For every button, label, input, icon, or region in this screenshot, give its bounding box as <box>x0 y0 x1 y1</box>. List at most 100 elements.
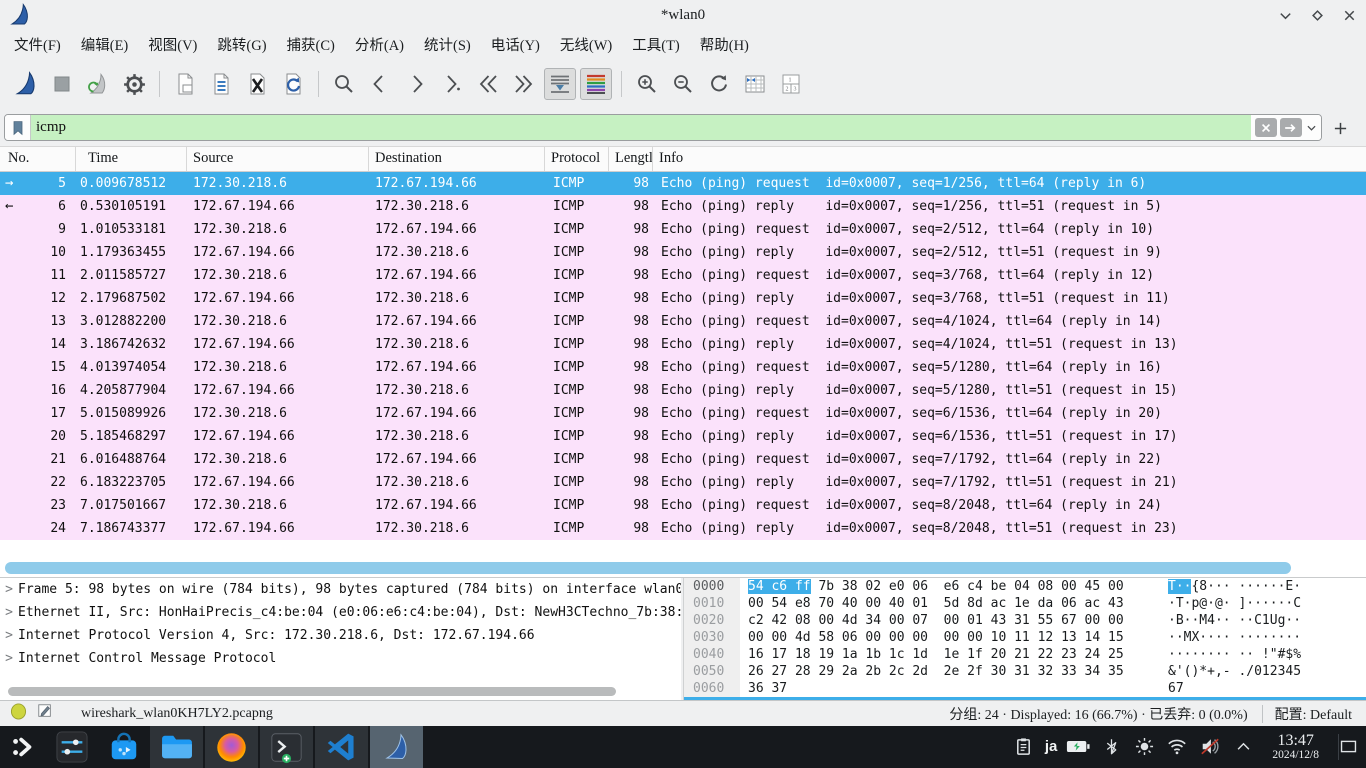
close-file-button[interactable] <box>241 68 273 100</box>
packet-row-12[interactable]: 122.179687502172.67.194.66172.30.218.6IC… <box>0 287 1366 310</box>
menu-item-8[interactable]: 无线(W) <box>550 31 622 58</box>
profile-selector[interactable]: 配置: Default <box>1263 704 1366 724</box>
packet-row-17[interactable]: 175.015089926172.30.218.6172.67.194.66IC… <box>0 402 1366 425</box>
hex-bytes[interactable]: 54 c6 ff 7b 38 02 e0 06 e6 c4 be 04 08 0… <box>740 578 1124 595</box>
wifi-icon[interactable] <box>1165 735 1189 759</box>
filter-add-button[interactable] <box>1328 116 1352 140</box>
hex-bytes[interactable]: 36 37 <box>740 680 787 697</box>
menu-item-3[interactable]: 跳转(G) <box>207 31 276 58</box>
start-capture-button[interactable] <box>10 68 42 100</box>
packet-row-10[interactable]: 101.179363455172.67.194.66172.30.218.6IC… <box>0 241 1366 264</box>
hex-ascii[interactable]: T··{8··· ······E· <box>1168 578 1301 595</box>
packet-row-20[interactable]: 205.185468297172.67.194.66172.30.218.6IC… <box>0 425 1366 448</box>
hex-ascii[interactable]: 67 <box>1168 680 1184 697</box>
input-method-indicator[interactable]: ja <box>1045 738 1058 755</box>
menu-item-6[interactable]: 统计(S) <box>414 31 481 58</box>
capture-comment-icon[interactable] <box>37 703 53 724</box>
packet-row-14[interactable]: 143.186742632172.67.194.66172.30.218.6IC… <box>0 333 1366 356</box>
reload-file-button[interactable] <box>277 68 309 100</box>
filter-apply-button[interactable] <box>1280 118 1302 137</box>
first-packet-button[interactable] <box>472 68 504 100</box>
minimize-button[interactable] <box>1274 4 1296 26</box>
column-header-time[interactable]: Time <box>76 147 187 171</box>
zoom-reset-button[interactable] <box>703 68 735 100</box>
last-packet-button[interactable] <box>508 68 540 100</box>
column-header-destination[interactable]: Destination <box>369 147 545 171</box>
column-header-protocol[interactable]: Protocol <box>545 147 609 171</box>
packet-row-22[interactable]: 226.183223705172.67.194.66172.30.218.6IC… <box>0 471 1366 494</box>
packet-row-21[interactable]: 216.016488764172.30.218.6172.67.194.66IC… <box>0 448 1366 471</box>
task-wireshark[interactable] <box>370 726 423 768</box>
task-firefox[interactable] <box>205 726 258 768</box>
column-header-source[interactable]: Source <box>187 147 369 171</box>
restart-capture-button[interactable] <box>82 68 114 100</box>
selected-bytes[interactable]: 54 c6 ff <box>748 579 811 594</box>
previous-packet-button[interactable] <box>364 68 396 100</box>
expander-chevron-icon[interactable]: > <box>0 624 18 647</box>
hex-bytes[interactable]: 00 00 4d 58 06 00 00 00 00 00 10 11 12 1… <box>740 629 1124 646</box>
hex-ascii[interactable]: ·B··M4·· ··C1Ug·· <box>1168 612 1301 629</box>
packet-list-hscrollbar-thumb[interactable] <box>5 562 1291 574</box>
expander-chevron-icon[interactable]: > <box>0 601 18 624</box>
hex-row-0000[interactable]: 000054 c6 ff 7b 38 02 e0 06 e6 c4 be 04 … <box>684 578 1366 595</box>
bluetooth-icon[interactable] <box>1099 735 1123 759</box>
menu-item-10[interactable]: 帮助(H) <box>690 31 759 58</box>
expander-chevron-icon[interactable]: > <box>0 647 18 670</box>
show-desktop-button[interactable] <box>1338 734 1358 760</box>
maximize-button[interactable] <box>1306 4 1328 26</box>
brightness-icon[interactable] <box>1132 735 1156 759</box>
hex-ascii[interactable]: &'()*+,- ./012345 <box>1168 663 1301 680</box>
selected-ascii[interactable]: T·· <box>1168 579 1191 594</box>
hex-row-0060[interactable]: 006036 3767 <box>684 680 1366 697</box>
capture-options-button[interactable] <box>118 68 150 100</box>
next-packet-button[interactable] <box>400 68 432 100</box>
hex-ascii[interactable]: ········ ·· !"#$% <box>1168 646 1301 663</box>
details-hscrollbar-thumb[interactable] <box>8 687 616 696</box>
volume-muted-icon[interactable] <box>1198 735 1222 759</box>
find-packet-button[interactable] <box>328 68 360 100</box>
menu-item-1[interactable]: 编辑(E) <box>71 31 139 58</box>
packet-row-5[interactable]: 5→0.009678512172.30.218.6172.67.194.66IC… <box>0 172 1366 195</box>
task-konsole[interactable] <box>260 726 313 768</box>
menu-item-9[interactable]: 工具(T) <box>622 31 690 58</box>
column-header-info[interactable]: Info <box>653 147 1366 171</box>
menu-item-0[interactable]: 文件(F) <box>4 31 71 58</box>
hex-row-0040[interactable]: 004016 17 18 19 1a 1b 1c 1d 1e 1f 20 21 … <box>684 646 1366 663</box>
hex-bytes[interactable]: 26 27 28 29 2a 2b 2c 2d 2e 2f 30 31 32 3… <box>740 663 1124 680</box>
capture-filename[interactable]: wireshark_wlan0KH7LY2.pcapng <box>81 706 273 722</box>
battery-icon[interactable] <box>1066 735 1090 759</box>
clock[interactable]: 13:47 2024/12/8 <box>1264 733 1327 762</box>
column-header-length[interactable]: Lengtl <box>609 147 653 171</box>
filter-clear-button[interactable] <box>1255 118 1277 137</box>
packet-row-15[interactable]: 154.013974054172.30.218.6172.67.194.66IC… <box>0 356 1366 379</box>
menu-item-5[interactable]: 分析(A) <box>345 31 414 58</box>
stop-capture-button[interactable] <box>46 68 78 100</box>
hex-row-0020[interactable]: 0020c2 42 08 00 4d 34 00 07 00 01 43 31 … <box>684 612 1366 629</box>
packet-row-6[interactable]: 6←0.530105191172.67.194.66172.30.218.6IC… <box>0 195 1366 218</box>
filter-dropdown-caret[interactable] <box>1305 125 1317 131</box>
save-file-button[interactable] <box>205 68 237 100</box>
packet-row-16[interactable]: 164.205877904172.67.194.66172.30.218.6IC… <box>0 379 1366 402</box>
colorize-toggle[interactable] <box>580 68 612 100</box>
filter-bookmark-icon[interactable] <box>5 115 31 140</box>
close-button[interactable] <box>1338 4 1360 26</box>
detail-line-2[interactable]: >Internet Protocol Version 4, Src: 172.3… <box>0 624 681 647</box>
hex-row-0050[interactable]: 005026 27 28 29 2a 2b 2c 2d 2e 2f 30 31 … <box>684 663 1366 680</box>
resize-columns-button[interactable] <box>739 68 771 100</box>
packet-row-23[interactable]: 237.017501667172.30.218.6172.67.194.66IC… <box>0 494 1366 517</box>
task-file-manager[interactable] <box>150 726 203 768</box>
display-filter-input[interactable]: icmp <box>4 114 1322 141</box>
detail-line-3[interactable]: >Internet Control Message Protocol <box>0 647 681 670</box>
expand-tray-icon[interactable] <box>1231 735 1255 759</box>
auto-scroll-toggle[interactable] <box>544 68 576 100</box>
hex-row-0010[interactable]: 001000 54 e8 70 40 00 40 01 5d 8d ac 1e … <box>684 595 1366 612</box>
hex-bytes[interactable]: 16 17 18 19 1a 1b 1c 1d 1e 1f 20 21 22 2… <box>740 646 1124 663</box>
packet-row-13[interactable]: 133.012882200172.30.218.6172.67.194.66IC… <box>0 310 1366 333</box>
app-launcher-button[interactable] <box>0 726 46 768</box>
task-vscode[interactable] <box>315 726 368 768</box>
menu-item-4[interactable]: 捕获(C) <box>277 31 345 58</box>
packet-row-9[interactable]: 91.010533181172.30.218.6172.67.194.66ICM… <box>0 218 1366 241</box>
menu-item-2[interactable]: 视图(V) <box>138 31 207 58</box>
hex-bytes[interactable]: 00 54 e8 70 40 00 40 01 5d 8d ac 1e da 0… <box>740 595 1124 612</box>
hex-ascii[interactable]: ·T·p@·@· ]······C <box>1168 595 1301 612</box>
